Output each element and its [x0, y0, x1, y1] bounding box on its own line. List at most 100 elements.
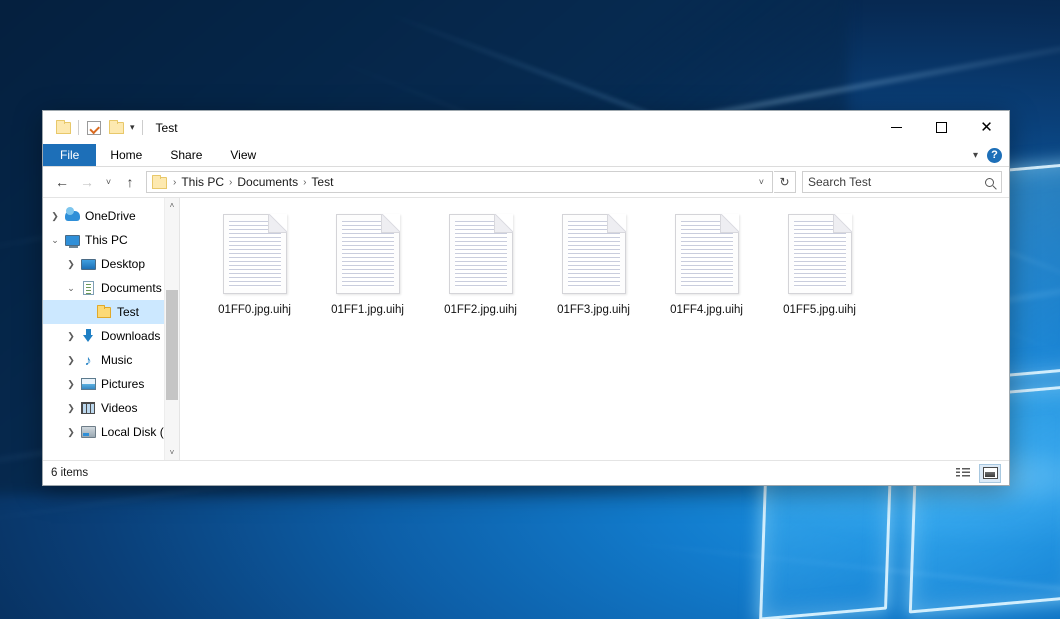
desktop-icon	[79, 259, 97, 270]
search-input[interactable]: Search Test	[808, 175, 985, 189]
sidebar-item-music[interactable]: ❯♪Music	[43, 348, 179, 372]
generic-document-icon	[562, 214, 626, 294]
help-icon[interactable]: ?	[987, 148, 1002, 163]
sidebar-item-test[interactable]: Test	[43, 300, 179, 324]
expander-icon[interactable]: ❯	[63, 259, 79, 270]
address-folder-icon	[152, 177, 167, 189]
sidebar-item-label: Pictures	[97, 377, 144, 391]
ribbon-tab-bar: File Home Share View ▾ ?	[43, 144, 1009, 167]
file-name-label: 01FF3.jpg.uihj	[557, 304, 630, 316]
file-name-label: 01FF1.jpg.uihj	[331, 304, 404, 316]
generic-document-icon	[675, 214, 739, 294]
address-bar-row: ← → ˅ ↑ › This PC › Documents › Test ˅ ↻…	[43, 167, 1009, 197]
sidebar-item-downloads[interactable]: ❯ Downloads	[43, 324, 179, 348]
downloads-icon	[79, 329, 97, 343]
file-list-view[interactable]: 01FF0.jpg.uihj 01FF1.jpg.uihj 01FF2.jpg.ui…	[180, 198, 1009, 460]
minimize-button[interactable]	[874, 111, 919, 144]
breadcrumb-test[interactable]: Test	[307, 175, 337, 189]
chevron-down-icon[interactable]: ▾	[127, 122, 138, 133]
sidebar-item-label: Test	[113, 305, 139, 319]
generic-document-icon	[336, 214, 400, 294]
scroll-down-icon[interactable]: ˅	[165, 445, 179, 460]
videos-icon	[79, 402, 97, 414]
this-pc-icon	[63, 235, 81, 246]
explorer-body: ❯ OneDrive ⌄ This PC ❯ Desktop ⌄ Documents Test ❯…	[43, 197, 1009, 460]
large-icons-view-button[interactable]	[979, 464, 1001, 483]
documents-icon	[79, 281, 97, 295]
file-item[interactable]: 01FF5.jpg.uihj	[763, 210, 876, 338]
refresh-button[interactable]: ↻	[774, 171, 796, 193]
back-button[interactable]: ←	[50, 171, 74, 193]
address-bar[interactable]: › This PC › Documents › Test ˅	[146, 171, 773, 193]
title-bar: ▾ Test ✕	[43, 111, 1009, 144]
recent-locations-button[interactable]: ˅	[100, 171, 117, 193]
address-dropdown-icon[interactable]: ˅	[753, 177, 770, 187]
scrollbar-thumb[interactable]	[166, 290, 178, 400]
toolbar-divider	[142, 120, 143, 135]
sidebar-item-videos[interactable]: ❯Videos	[43, 396, 179, 420]
up-button[interactable]: ↑	[118, 171, 142, 193]
sidebar-item-local-disk-c[interactable]: ❯Local Disk (C:)	[43, 420, 179, 444]
navigation-tree: ❯ OneDrive ⌄ This PC ❯ Desktop ⌄ Documents Test ❯…	[43, 204, 179, 444]
view-toggle-group	[952, 464, 1001, 483]
maximize-button[interactable]	[919, 111, 964, 144]
music-icon: ♪	[79, 353, 97, 367]
file-item[interactable]: 01FF2.jpg.uihj	[424, 210, 537, 338]
expander-icon[interactable]: ⌄	[47, 235, 63, 246]
file-item[interactable]: 01FF1.jpg.uihj	[311, 210, 424, 338]
page-fold-corner	[720, 214, 739, 233]
navigation-pane: ❯ OneDrive ⌄ This PC ❯ Desktop ⌄ Documents Test ❯…	[43, 198, 179, 460]
close-button[interactable]: ✕	[964, 111, 1009, 144]
expander-icon[interactable]: ❯	[63, 331, 79, 342]
page-fold-corner	[607, 214, 626, 233]
new-folder-icon[interactable]	[105, 117, 127, 139]
expander-icon[interactable]: ❯	[63, 427, 79, 438]
file-name-label: 01FF2.jpg.uihj	[444, 304, 517, 316]
forward-button[interactable]: →	[75, 171, 99, 193]
folder-icon[interactable]	[52, 117, 74, 139]
expander-icon[interactable]: ❯	[47, 211, 63, 222]
page-fold-corner	[268, 214, 287, 233]
breadcrumb-this-pc[interactable]: This PC	[177, 175, 228, 189]
status-bar: 6 items	[43, 460, 1009, 485]
expander-icon[interactable]: ❯	[63, 403, 79, 414]
sidebar-item-label: Documents	[97, 281, 162, 295]
tab-view[interactable]: View	[216, 144, 270, 166]
folder-icon	[95, 307, 113, 318]
expander-icon[interactable]: ❯	[63, 355, 79, 366]
onedrive-icon	[63, 211, 81, 221]
scroll-up-icon[interactable]: ˄	[165, 198, 179, 213]
expander-icon[interactable]: ⌄	[63, 283, 79, 294]
search-box[interactable]: Search Test	[802, 171, 1002, 193]
file-item[interactable]: 01FF0.jpg.uihj	[198, 210, 311, 338]
tab-share[interactable]: Share	[156, 144, 216, 166]
details-view-button[interactable]	[952, 464, 974, 483]
toolbar-divider	[78, 120, 79, 135]
file-name-label: 01FF5.jpg.uihj	[783, 304, 856, 316]
sidebar-item-label: This PC	[81, 233, 128, 247]
generic-document-icon	[223, 214, 287, 294]
properties-icon[interactable]	[83, 117, 105, 139]
quick-access-toolbar: ▾	[43, 111, 147, 144]
file-item[interactable]: 01FF3.jpg.uihj	[537, 210, 650, 338]
expander-icon[interactable]: ❯	[63, 379, 79, 390]
sidebar-item-desktop[interactable]: ❯ Desktop	[43, 252, 179, 276]
sidebar-item-onedrive[interactable]: ❯ OneDrive	[43, 204, 179, 228]
item-count-label: 6 items	[51, 467, 88, 479]
sidebar-item-label: OneDrive	[81, 209, 136, 223]
tab-file[interactable]: File	[43, 144, 96, 166]
sidebar-item-pictures[interactable]: ❯ Pictures	[43, 372, 179, 396]
navigation-scrollbar[interactable]: ˄ ˅	[164, 198, 179, 460]
file-name-label: 01FF4.jpg.uihj	[670, 304, 743, 316]
local-disk-icon	[79, 426, 97, 438]
breadcrumb-documents[interactable]: Documents	[233, 175, 302, 189]
sidebar-item-label: Desktop	[97, 257, 145, 271]
ribbon-right-controls: ▾ ?	[968, 144, 1009, 166]
sidebar-item-this-pc[interactable]: ⌄ This PC	[43, 228, 179, 252]
file-item[interactable]: 01FF4.jpg.uihj	[650, 210, 763, 338]
sidebar-item-label: Downloads	[97, 329, 160, 343]
window-title: Test	[156, 121, 178, 135]
tab-home[interactable]: Home	[96, 144, 156, 166]
expand-ribbon-icon[interactable]: ▾	[968, 150, 983, 161]
sidebar-item-documents[interactable]: ⌄ Documents	[43, 276, 179, 300]
